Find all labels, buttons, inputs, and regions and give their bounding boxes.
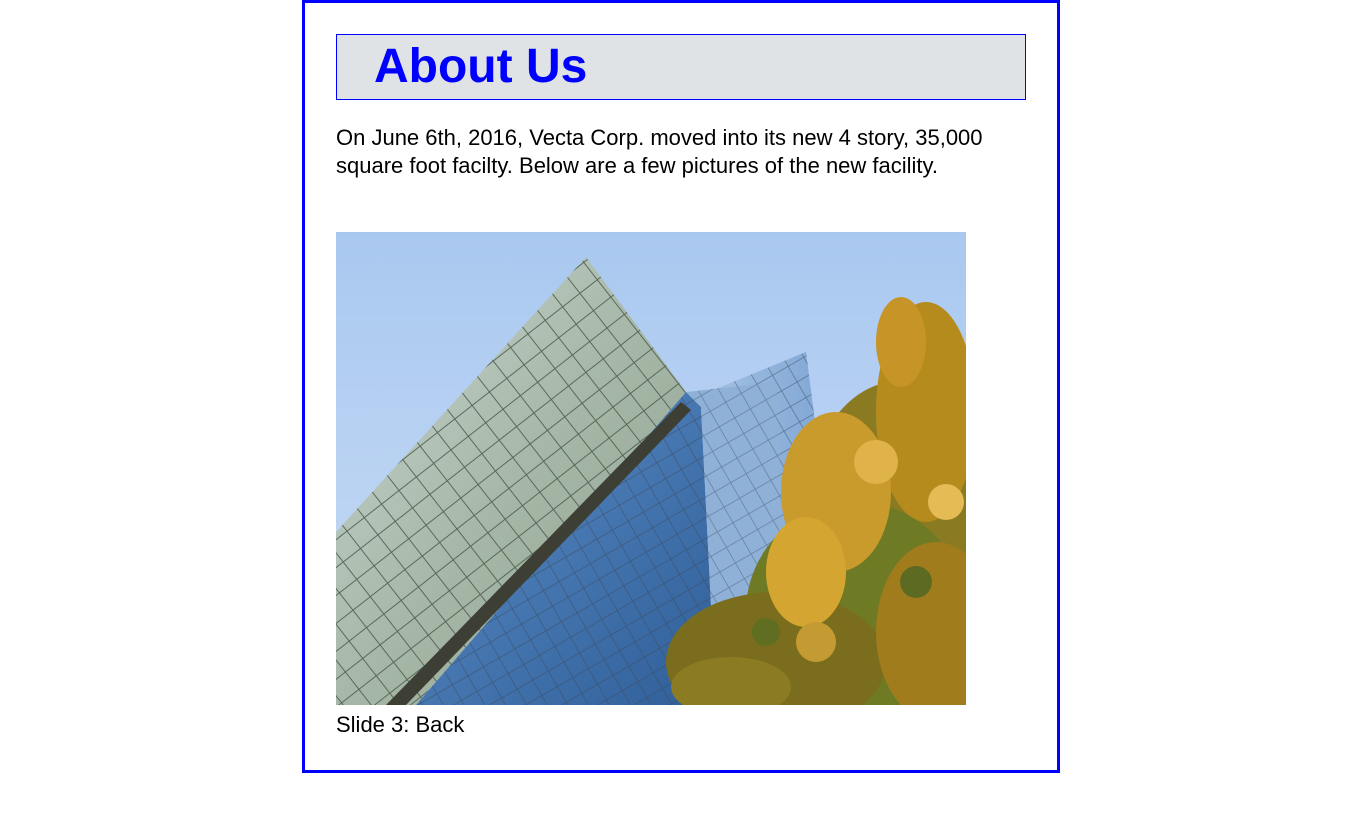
intro-paragraph: On June 6th, 2016, Vecta Corp. moved int… bbox=[336, 125, 983, 178]
building-photo bbox=[336, 232, 966, 705]
slide-caption: Slide 3: Back bbox=[336, 712, 465, 737]
content-frame: About Us On June 6th, 2016, Vecta Corp. … bbox=[302, 0, 1060, 773]
page-header: About Us bbox=[336, 34, 1026, 100]
slideshow-image[interactable] bbox=[336, 232, 966, 705]
page-title: About Us bbox=[374, 40, 588, 93]
